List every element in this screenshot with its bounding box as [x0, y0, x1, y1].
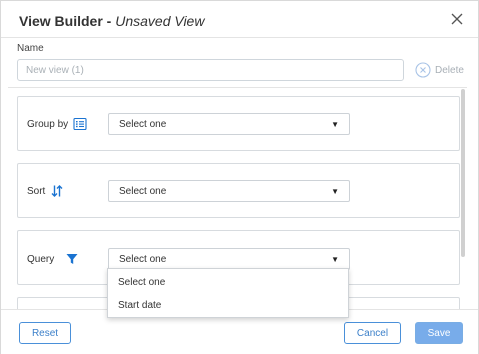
dialog-header: View Builder - Unsaved View	[1, 1, 478, 38]
dialog-title-status: Unsaved View	[115, 13, 205, 29]
query-selected-value: Select one	[119, 253, 167, 265]
sort-selected-value: Select one	[119, 185, 167, 197]
sort-label-row: Sort	[27, 184, 64, 198]
query-label: Query	[27, 253, 55, 265]
query-option-start-date[interactable]: Start date	[108, 294, 348, 316]
dialog-title-main: View Builder -	[19, 13, 116, 29]
close-icon[interactable]	[448, 10, 466, 28]
delete-circle-x-icon	[415, 62, 431, 78]
save-button[interactable]: Save	[415, 322, 463, 344]
view-builder-dialog: View Builder - Unsaved View Name Delete …	[0, 0, 479, 354]
sort-label: Sort	[27, 185, 46, 197]
query-dropdown-menu: Select one Start date	[107, 268, 349, 318]
chevron-down-icon: ▼	[331, 119, 339, 129]
dialog-title: View Builder - Unsaved View	[19, 13, 204, 29]
sort-card: Sort Select one ▼	[17, 163, 460, 218]
delete-button[interactable]: Delete	[415, 61, 464, 79]
query-label-row: Query	[27, 252, 79, 266]
sort-select[interactable]: Select one ▼	[108, 180, 350, 202]
group-by-label: Group by	[27, 118, 69, 130]
group-by-label-row: Group by	[27, 117, 87, 131]
group-by-selected-value: Select one	[119, 118, 167, 130]
query-select[interactable]: Select one ▼	[108, 248, 350, 270]
group-by-select[interactable]: Select one ▼	[108, 113, 350, 135]
view-name-input[interactable]	[17, 59, 404, 81]
group-by-card: Group by Select one ▼	[17, 96, 460, 151]
chevron-down-icon: ▼	[331, 186, 339, 196]
filter-icon	[66, 254, 78, 264]
reset-button[interactable]: Reset	[19, 322, 71, 344]
cancel-button[interactable]: Cancel	[344, 322, 401, 344]
sort-arrows-icon	[51, 185, 63, 197]
scrollbar[interactable]	[461, 89, 465, 257]
delete-label: Delete	[435, 64, 464, 76]
query-option-select-one[interactable]: Select one	[108, 271, 348, 293]
chevron-down-icon: ▼	[331, 254, 339, 264]
name-label: Name	[17, 43, 44, 54]
list-icon	[73, 117, 87, 131]
